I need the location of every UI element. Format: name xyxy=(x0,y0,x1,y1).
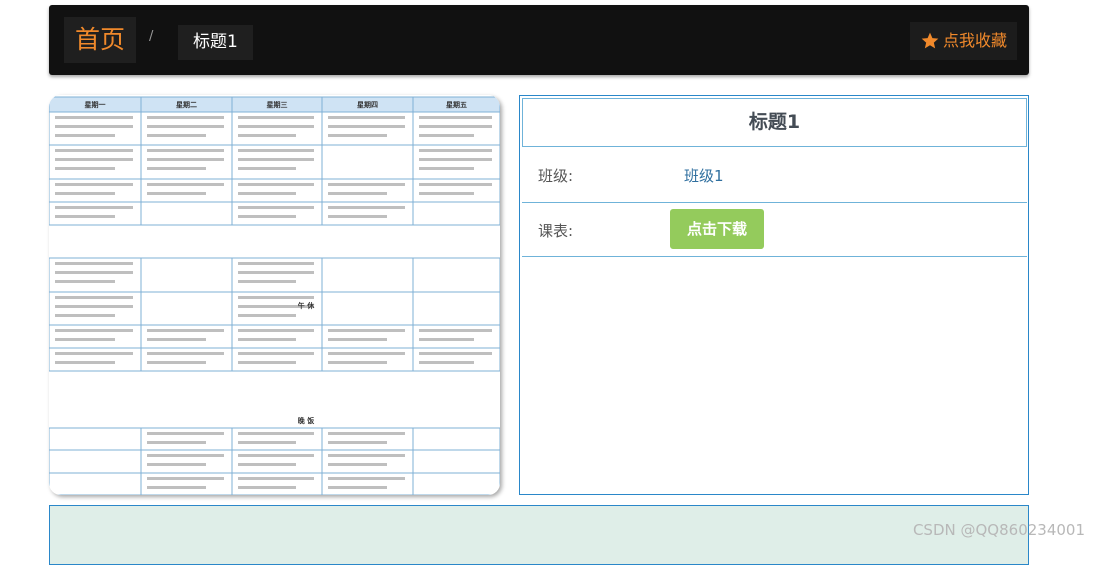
timetable-header-2: 星期三 xyxy=(267,100,288,109)
timetable-image[interactable]: 星期一 星期二 星期三 星期四 星期五 午 休 晚 饭 xyxy=(49,95,500,495)
class-value[interactable]: 班级1 xyxy=(684,165,724,186)
timetable-header-0: 星期一 xyxy=(85,100,106,109)
timetable-grid: 星期一 星期二 星期三 星期四 星期五 午 休 晚 饭 xyxy=(49,95,500,495)
star-icon xyxy=(920,31,940,51)
info-title: 标题1 xyxy=(522,98,1027,147)
schedule-label: 课表: xyxy=(538,222,574,240)
section-label-dinner: 晚 饭 xyxy=(298,416,314,425)
class-row: 班级: 班级1 xyxy=(522,147,1027,203)
download-button[interactable]: 点击下载 xyxy=(670,209,764,249)
schedule-row: 课表: 点击下载 xyxy=(522,203,1027,257)
top-nav-bar: 首页 / 标题1 点我收藏 xyxy=(49,5,1029,75)
info-panel: 标题1 班级: 班级1 课表: 点击下载 xyxy=(519,95,1029,495)
timetable-header-1: 星期二 xyxy=(176,100,197,109)
watermark: CSDN @QQ860234001 xyxy=(912,521,1085,539)
section-label-noon: 午 休 xyxy=(298,301,315,310)
timetable-header-4: 星期五 xyxy=(446,100,467,109)
favorite-button[interactable]: 点我收藏 xyxy=(909,22,1017,60)
timetable-header-3: 星期四 xyxy=(357,100,378,109)
bottom-panel xyxy=(49,505,1029,565)
breadcrumb-home[interactable]: 首页 xyxy=(64,17,137,63)
breadcrumb-separator: / xyxy=(149,29,154,44)
class-label: 班级: xyxy=(538,167,574,185)
breadcrumb-current[interactable]: 标题1 xyxy=(178,25,253,60)
favorite-label: 点我收藏 xyxy=(942,31,1007,50)
